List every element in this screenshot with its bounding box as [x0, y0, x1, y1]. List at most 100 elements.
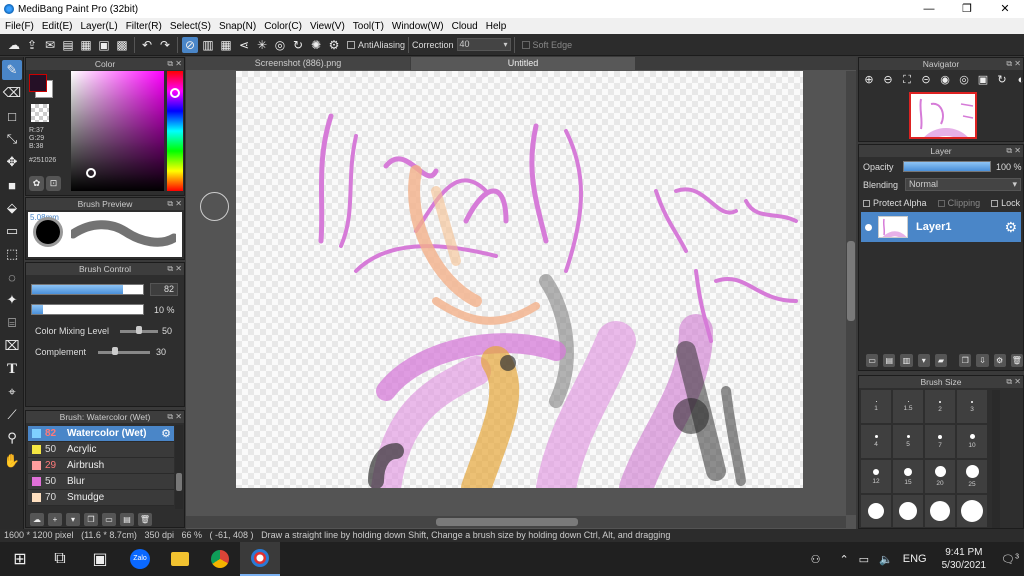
cloud-icon[interactable]: ☁	[6, 37, 22, 53]
saturation-value-cursor[interactable]	[86, 168, 96, 178]
brush-size-cell[interactable]	[893, 495, 923, 527]
merge-layer-icon[interactable]: ⇩	[976, 353, 989, 367]
redo-icon[interactable]: ↷	[157, 37, 173, 53]
antialiasing-checkbox[interactable]	[347, 40, 355, 49]
lock-checkbox[interactable]	[991, 200, 999, 207]
panel-controls-icon[interactable]: ⧉ ✕	[167, 263, 182, 275]
brush-size-value[interactable]: 82	[150, 283, 178, 296]
text-tool-icon[interactable]: T	[2, 359, 22, 379]
new-8bit-layer-icon[interactable]: ▤	[883, 353, 896, 367]
move-tool-icon[interactable]: ✥	[2, 152, 22, 172]
rotate-icon[interactable]: ◉	[937, 72, 953, 88]
panel-controls-icon[interactable]: ⧉ ✕	[167, 198, 182, 210]
undo-icon[interactable]: ↶	[139, 37, 155, 53]
lasso-tool-icon[interactable]: ◌	[2, 267, 22, 287]
panel-controls-icon[interactable]: ⧉ ✕	[1006, 58, 1021, 70]
layer-settings-icon[interactable]: ⚙	[993, 353, 1006, 367]
menu-filter[interactable]: Filter(R)	[123, 21, 165, 32]
brush-list-scrollbar[interactable]	[175, 425, 183, 509]
menu-help[interactable]: Help	[483, 21, 510, 32]
share-icon[interactable]: ⇪	[24, 37, 40, 53]
file-explorer-icon[interactable]	[160, 542, 200, 576]
delete-layer-icon[interactable]: 🗑	[1010, 353, 1023, 367]
transparent-color-swatch[interactable]	[31, 104, 49, 122]
brush-size-1-5[interactable]: 1.5	[893, 390, 923, 423]
task-view-icon[interactable]: ⧉	[40, 542, 80, 576]
color-mixing-knob[interactable]	[136, 326, 142, 334]
foreground-color-swatch[interactable]	[29, 74, 47, 92]
panel-controls-icon[interactable]: ⧉ ✕	[167, 411, 182, 423]
menu-view[interactable]: View(V)	[307, 21, 348, 32]
medibang-taskbar-icon[interactable]	[240, 542, 280, 576]
select-pen-tool-icon[interactable]: ⌸	[2, 313, 22, 333]
radial-snap-icon[interactable]: ✳	[254, 37, 270, 53]
brush-size-4[interactable]: 4	[861, 425, 891, 458]
menu-layer[interactable]: Layer(L)	[77, 21, 120, 32]
input-language[interactable]: ENG	[903, 553, 927, 565]
brush-size-slider[interactable]	[31, 284, 144, 295]
minimize-button[interactable]: —	[910, 0, 948, 18]
palette-icon[interactable]: ✿	[29, 176, 44, 191]
reset-icon[interactable]: ◎	[956, 72, 972, 88]
clock[interactable]: 9:41 PM 5/30/2021	[942, 546, 987, 572]
app-store-icon[interactable]: ▣	[80, 542, 120, 576]
operation-tool-icon[interactable]: ⌖	[2, 382, 22, 402]
dot-tool-icon[interactable]: □	[2, 106, 22, 126]
brush-size-1[interactable]: 1	[861, 390, 891, 423]
snap-off-icon[interactable]: ⊘	[182, 36, 198, 53]
eraser-tool-icon[interactable]: ⌫	[2, 83, 22, 103]
hand-tool-icon[interactable]: ✋	[2, 451, 22, 471]
clipping-checkbox[interactable]	[937, 200, 945, 207]
copy-brush-icon[interactable]: ❐	[84, 512, 98, 526]
menu-snap[interactable]: Snap(N)	[216, 21, 259, 32]
gear-icon[interactable]: ⚙	[1004, 219, 1017, 236]
brush-size-25[interactable]: 25	[957, 460, 987, 493]
windows-start-icon[interactable]: ⊞	[0, 542, 40, 576]
gradient-tool-icon[interactable]: ▭	[2, 221, 22, 241]
curve-snap-icon[interactable]: ↻	[290, 37, 306, 53]
brush-size-5[interactable]: 5	[893, 425, 923, 458]
panel-controls-icon[interactable]: ⧉ ✕	[1006, 145, 1021, 157]
menu-cloud[interactable]: Cloud	[449, 21, 481, 32]
menu-select[interactable]: Select(S)	[167, 21, 214, 32]
drawing-canvas[interactable]	[236, 71, 803, 488]
panel-controls-icon[interactable]: ⧉ ✕	[1006, 376, 1021, 388]
cloud-brush-icon[interactable]: ☁	[30, 512, 44, 526]
actual-size-icon[interactable]: ▣	[975, 72, 991, 88]
duplicate-layer-icon[interactable]: ❐	[959, 353, 972, 367]
close-button[interactable]: ✕	[986, 0, 1024, 18]
brush-size-2[interactable]: 2	[925, 390, 955, 423]
comment-icon[interactable]: ✉	[42, 37, 58, 53]
brush-item-acrylic[interactable]: 50 Acrylic	[28, 442, 174, 458]
graph-tool-icon[interactable]: ⤡	[2, 129, 22, 149]
divide-tool-icon[interactable]: ⟋	[2, 405, 22, 425]
zalo-icon[interactable]: Zalo	[120, 542, 160, 576]
brush-size-cell[interactable]	[925, 495, 955, 527]
brush-item-watercolor-wet[interactable]: 82 Watercolor (Wet) ⚙	[28, 426, 174, 442]
people-icon[interactable]: ⚇	[811, 553, 821, 566]
brush-size-20[interactable]: 20	[925, 460, 955, 493]
brush-item-airbrush[interactable]: 29 Airbrush	[28, 458, 174, 474]
layer-row[interactable]: Layer1 ⚙	[861, 212, 1021, 242]
canvas-horizontal-scrollbar[interactable]	[186, 516, 846, 528]
brush-size-cell[interactable]	[957, 495, 987, 527]
zoom-out-icon[interactable]: ⊖	[880, 72, 896, 88]
menu-color[interactable]: Color(C)	[261, 21, 305, 32]
protect-alpha-checkbox[interactable]	[863, 200, 870, 207]
battery-icon[interactable]: ▭	[859, 553, 869, 566]
complement-knob[interactable]	[112, 347, 118, 355]
save-icon[interactable]: ▣	[96, 37, 112, 53]
eyedropper-tool-icon[interactable]: ⚲	[2, 428, 22, 448]
chat-icon[interactable]: ▤	[60, 37, 76, 53]
cross-snap-icon[interactable]: ▦	[218, 37, 234, 53]
grid-icon[interactable]: ▩	[114, 37, 130, 53]
menu-tool[interactable]: Tool(T)	[350, 21, 387, 32]
chrome-icon[interactable]	[200, 542, 240, 576]
brush-size-10[interactable]: 10	[957, 425, 987, 458]
new-layer-icon[interactable]: ▭	[866, 353, 879, 367]
complement-slider[interactable]	[98, 351, 150, 354]
brush-size-3[interactable]: 3	[957, 390, 987, 423]
circle-snap-icon[interactable]: ◎	[272, 37, 288, 53]
brush-size-7[interactable]: 7	[925, 425, 955, 458]
menu-file[interactable]: File(F)	[2, 21, 37, 32]
